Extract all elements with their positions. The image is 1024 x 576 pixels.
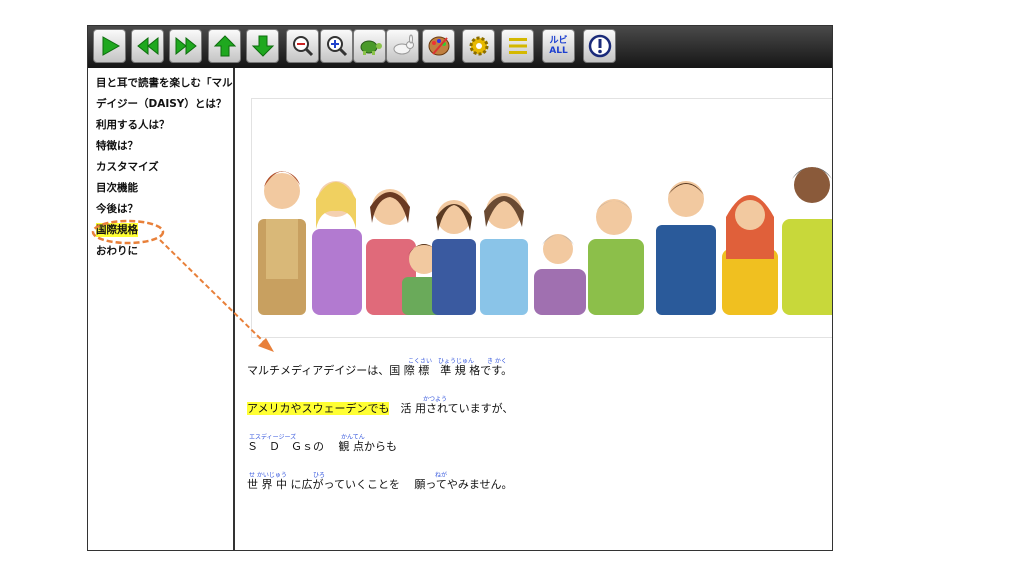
highlight-circle [91, 219, 165, 245]
annotation-overlay [91, 219, 274, 352]
arrow-head-icon [258, 338, 274, 352]
annotation-arrow [159, 239, 269, 347]
